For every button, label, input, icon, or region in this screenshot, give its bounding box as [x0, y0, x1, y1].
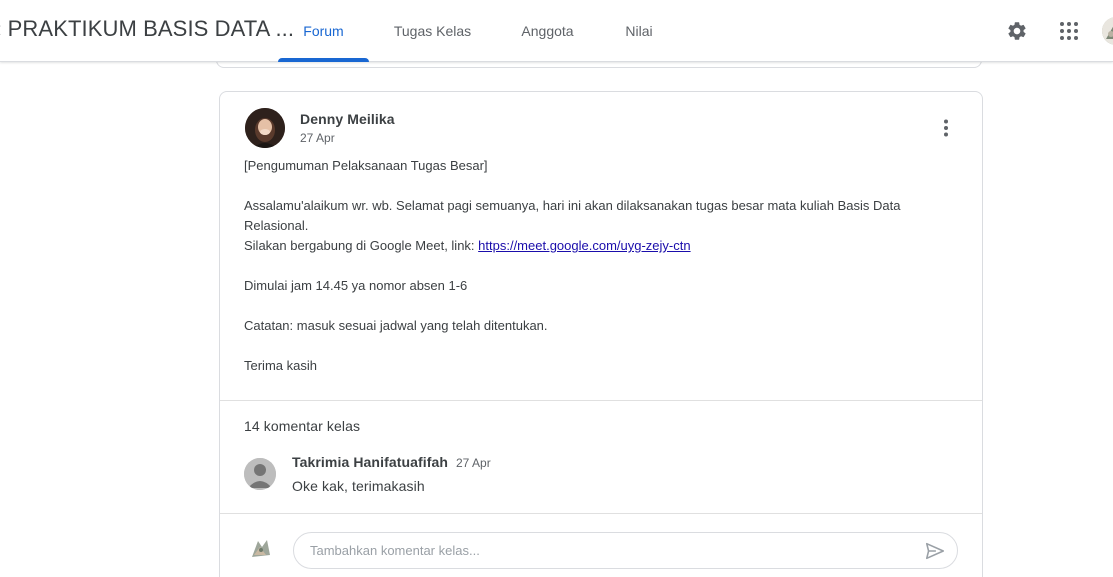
comment-date: 27 Apr — [456, 456, 491, 470]
settings-icon — [1008, 22, 1026, 40]
send-comment-button[interactable] — [923, 539, 947, 563]
tab-label: Tugas Kelas — [393, 23, 472, 39]
divider — [220, 400, 982, 401]
post-date: 27 Apr — [300, 131, 335, 145]
tab-label: Anggota — [521, 23, 574, 39]
tab-forum[interactable]: Forum — [278, 0, 369, 62]
default-person-icon — [244, 458, 276, 490]
tab-label: Nilai — [625, 23, 653, 39]
author-photo-icon — [245, 108, 285, 148]
apps-grid-icon — [1060, 22, 1078, 40]
account-photo-icon — [1102, 17, 1113, 45]
post-schedule: Dimulai jam 14.45 ya nomor absen 1-6 — [244, 278, 468, 293]
class-tabs: Forum Tugas Kelas Anggota Nilai — [278, 0, 679, 62]
post-note: Catatan: masuk sesuai jadwal yang telah … — [244, 318, 548, 333]
more-vertical-icon — [944, 119, 948, 137]
post-greeting: Assalamu'alaikum wr. wb. Selamat pagi se… — [244, 198, 901, 233]
post-closing: Terima kasih — [244, 358, 317, 373]
post-meet-line: Silakan bergabung di Google Meet, link: … — [244, 236, 944, 256]
post-title: [Pengumuman Pelaksanaan Tugas Besar] — [244, 158, 488, 173]
tab-label: Forum — [303, 23, 344, 39]
meet-intro-text: Silakan bergabung di Google Meet, link: — [244, 238, 479, 253]
meet-link[interactable]: https://meet.google.com/uyg-zejy-ctn — [478, 238, 690, 253]
divider — [220, 513, 982, 514]
author-avatar — [245, 108, 285, 148]
commenter-avatar — [244, 458, 276, 490]
author-name[interactable]: Denny Meilika — [300, 111, 395, 127]
current-user-avatar — [246, 535, 274, 563]
settings-button[interactable] — [1000, 14, 1034, 48]
tab-tugas-kelas[interactable]: Tugas Kelas — [369, 0, 496, 62]
apps-button[interactable] — [1052, 14, 1086, 48]
class-comments-count[interactable]: 14 komentar kelas — [244, 418, 360, 434]
tab-anggota[interactable]: Anggota — [496, 0, 599, 62]
comment-author[interactable]: Takrimia Hanifatuafifah — [292, 454, 448, 470]
post-body: [Pengumuman Pelaksanaan Tugas Besar] Ass… — [244, 156, 944, 376]
add-comment-input[interactable] — [293, 532, 958, 569]
current-user-photo-icon — [246, 535, 274, 563]
post-options-button[interactable] — [934, 114, 958, 142]
tab-nilai[interactable]: Nilai — [599, 0, 679, 62]
top-app-bar: ‹ PRAKTIKUM BASIS DATA ... Forum Tugas K… — [0, 0, 1113, 62]
send-icon — [925, 542, 945, 560]
class-title[interactable]: ‹ PRAKTIKUM BASIS DATA ... — [0, 16, 294, 42]
announcement-card: Denny Meilika 27 Apr [Pengumuman Pelaksa… — [219, 91, 983, 577]
left-chevron-fragment-icon: ‹ — [0, 16, 1, 41]
comment-text: Oke kak, terimakasih — [292, 478, 425, 494]
account-avatar[interactable] — [1102, 17, 1113, 45]
